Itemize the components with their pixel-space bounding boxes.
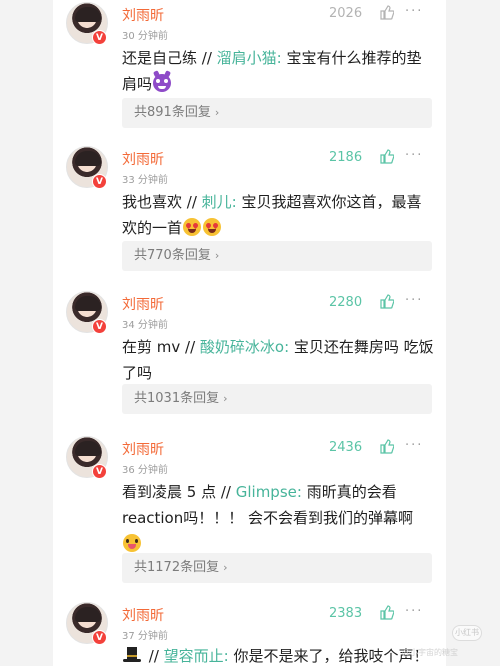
more-options-icon[interactable]: ··· [405, 438, 423, 453]
username[interactable]: 刘雨昕 [122, 294, 164, 314]
more-options-icon[interactable]: ··· [405, 604, 423, 619]
comment-item: V 刘雨昕 36 分钟前 2436 ··· 看到凌晨 5 点 // Glimps… [53, 436, 446, 586]
timestamp: 36 分钟前 [122, 465, 168, 476]
reply-author[interactable]: Glimpse: [236, 483, 302, 501]
reply-author[interactable]: 酸奶碎冰冰o: [200, 338, 289, 356]
comment-text: 还是自己练 // 溜肩小猫: 宝宝有什么推荐的垫肩吗 [122, 49, 422, 93]
comment-item: V 刘雨昕 37 分钟前 2383 ··· // 望容而止: 你是不是来了，给我… [53, 602, 446, 666]
thumbs-up-icon[interactable] [380, 149, 394, 164]
like-count: 2280 [329, 295, 363, 310]
comment-item: V 刘雨昕 30 分钟前 2026 ··· 还是自己练 // 溜肩小猫: 宝宝有… [53, 2, 446, 132]
top-hat-icon [122, 646, 142, 664]
thumbs-up-icon[interactable] [380, 294, 394, 309]
chevron-right-icon: › [214, 106, 220, 119]
comment-text: 看到凌晨 5 点 // Glimpse: 雨昕真的会看reaction吗！！！ … [122, 479, 436, 557]
like-count: 2026 [329, 6, 363, 21]
verified-badge: V [92, 464, 107, 479]
chevron-right-icon: › [223, 561, 228, 574]
winking-tongue-icon [123, 534, 141, 552]
timestamp: 34 分钟前 [122, 320, 168, 331]
verified-badge: V [92, 319, 107, 334]
heart-eyes-icon [203, 218, 222, 236]
username[interactable]: 刘雨昕 [122, 149, 164, 169]
timestamp: 30 分钟前 [122, 31, 168, 42]
like-count: 2436 [329, 440, 363, 455]
verified-badge: V [92, 30, 107, 45]
username[interactable]: 刘雨昕 [122, 439, 164, 459]
verified-badge: V [92, 174, 107, 189]
chevron-right-icon: › [223, 392, 228, 405]
heart-eyes-icon [183, 218, 202, 236]
view-replies-button[interactable]: 共891条回复 › [122, 98, 432, 128]
comment-text: 在剪 mv // 酸奶碎冰冰o: 宝贝还在舞房吗 吃饭了吗 [122, 338, 434, 382]
comment-item: V 刘雨昕 33 分钟前 2186 ··· 我也喜欢 // 刺儿: 宝贝我超喜欢… [53, 146, 446, 276]
view-replies-button[interactable]: 共1031条回复 › [122, 384, 432, 414]
comment-text: 我也喜欢 // 刺儿: 宝贝我超喜欢你这首，最喜欢的一首 [122, 193, 422, 237]
reply-author[interactable]: 望容而止: [164, 647, 229, 665]
more-options-icon[interactable]: ··· [405, 148, 423, 163]
like-count: 2186 [329, 150, 363, 165]
watermark-text: @小宇宙的糖宝 [402, 648, 458, 657]
like-count: 2383 [329, 606, 363, 621]
thumbs-up-icon[interactable] [380, 439, 394, 454]
view-replies-button[interactable]: 共1172条回复 › [122, 553, 432, 583]
reply-author[interactable]: 刺儿: [202, 193, 237, 211]
thumbs-up-icon[interactable] [380, 605, 394, 620]
more-options-icon[interactable]: ··· [405, 4, 423, 19]
timestamp: 33 分钟前 [122, 175, 168, 186]
username[interactable]: 刘雨昕 [122, 5, 164, 25]
comment-item: V 刘雨昕 34 分钟前 2280 ··· 在剪 mv // 酸奶碎冰冰o: 宝… [53, 291, 446, 421]
smiling-devil-icon [153, 74, 172, 92]
verified-badge: V [92, 630, 107, 645]
username[interactable]: 刘雨昕 [122, 605, 164, 625]
chevron-right-icon: › [214, 249, 220, 262]
timestamp: 37 分钟前 [122, 631, 168, 642]
view-replies-button[interactable]: 共770条回复 › [122, 241, 432, 271]
reply-author[interactable]: 溜肩小猫: [217, 49, 282, 67]
watermark-logo: 小红书 [452, 625, 482, 641]
comment-text: // 望容而止: 你是不是来了，给我吱个声！ [122, 643, 436, 666]
thumbs-up-icon[interactable] [380, 5, 394, 20]
more-options-icon[interactable]: ··· [405, 293, 423, 308]
comment-feed: V 刘雨昕 30 分钟前 2026 ··· 还是自己练 // 溜肩小猫: 宝宝有… [53, 0, 446, 666]
